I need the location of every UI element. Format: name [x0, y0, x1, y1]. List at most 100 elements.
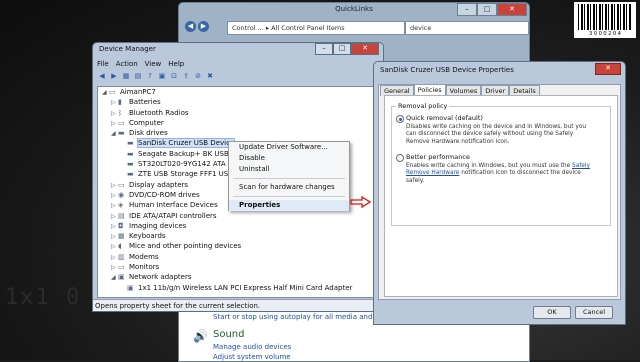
tree-row-label: Batteries: [129, 98, 161, 107]
tree-row-label: DVD/CD-ROM drives: [129, 190, 200, 199]
controller-icon: ▤: [118, 211, 125, 220]
tree-row-label: Display adapters: [129, 180, 189, 189]
close-button[interactable]: ✕: [497, 3, 527, 16]
dialog-title: SanDisk Cruzer USB Device Properties: [380, 66, 514, 74]
forward-icon[interactable]: ▶: [109, 71, 119, 81]
network-icon: ▣: [118, 273, 125, 282]
grid-icon[interactable]: ▦: [121, 71, 131, 81]
tree-row[interactable]: ◢ ▣ Network adapters: [98, 272, 380, 282]
barcode-bars: [578, 4, 632, 30]
manage-audio-link[interactable]: Manage audio devices: [213, 343, 291, 351]
modem-icon: ▥: [118, 252, 125, 261]
menu-item-update-driver[interactable]: Update Driver Software...: [229, 142, 349, 153]
context-menu: Update Driver Software... Disable Uninst…: [228, 141, 350, 211]
tree-row[interactable]: ▷ ◘ Imaging devices: [98, 221, 380, 231]
tree-row[interactable]: ▷ ◖ Mice and other pointing devices: [98, 241, 380, 251]
desc-text: Enables write caching in Windows, but yo…: [406, 163, 571, 169]
device-manager-window-controls: – □ ✕: [315, 43, 379, 55]
better-performance-label[interactable]: Better performance: [406, 153, 470, 161]
close-button[interactable]: ✕: [351, 43, 379, 55]
disk-icon: ▬: [127, 139, 134, 148]
removal-policy-group: Removal policy Quick removal (default) D…: [391, 102, 611, 226]
menu-help[interactable]: Help: [168, 60, 184, 68]
tree-row[interactable]: ▷ ▭ Monitors: [98, 262, 380, 272]
menu-file[interactable]: File: [97, 60, 109, 68]
menu-item-properties[interactable]: Properties: [229, 200, 349, 211]
group-label: Removal policy: [396, 102, 450, 110]
tree-row[interactable]: ▷ ▤ IDE ATA/ATAPI controllers: [98, 211, 380, 221]
maximize-button[interactable]: □: [333, 43, 351, 55]
tree-row[interactable]: ▷ ▭ Computer: [98, 118, 380, 128]
menu-action[interactable]: Action: [116, 60, 138, 68]
disc-icon: ◉: [118, 190, 125, 199]
tree-row-label: Network adapters: [129, 273, 192, 282]
cancel-button[interactable]: Cancel: [575, 306, 613, 319]
search-input[interactable]: device: [405, 21, 529, 35]
menu-bar: File Action View Help: [97, 60, 191, 68]
ok-button[interactable]: OK: [533, 306, 571, 319]
battery-icon: ▮: [118, 98, 122, 107]
properties-icon[interactable]: ▤: [133, 71, 143, 81]
disable-icon[interactable]: ⊘: [193, 71, 203, 81]
scan-icon[interactable]: ⊡: [169, 71, 179, 81]
tree-row-label: 1x1 11b/g/n Wireless LAN PCI Express Hal…: [138, 283, 353, 292]
tree-row-label: Disk drives: [129, 129, 168, 138]
tree-row[interactable]: ▷ ▥ Modems: [98, 252, 380, 262]
update-icon[interactable]: ⇪: [181, 71, 191, 81]
tree-row[interactable]: ▣ 1x1 11b/g/n Wireless LAN PCI Express Ha…: [98, 283, 380, 293]
sound-heading[interactable]: Sound: [213, 329, 245, 340]
tree-row-label: Monitors: [129, 263, 160, 272]
view-icon[interactable]: ▣: [157, 71, 167, 81]
tree-row-label: Keyboards: [129, 232, 166, 241]
control-panel-window-controls: – □ ✕: [457, 3, 527, 16]
menu-item-disable[interactable]: Disable: [229, 153, 349, 164]
hid-icon: ◈: [118, 201, 124, 210]
maximize-button[interactable]: □: [477, 3, 497, 16]
tree-row-label: Bluetooth Radios: [129, 108, 189, 117]
tab-policies[interactable]: Policies: [413, 84, 446, 95]
mouse-icon: ◖: [118, 242, 122, 251]
computer-icon: ▭: [109, 88, 116, 96]
tree-row-label: Modems: [129, 252, 159, 261]
address-bar[interactable]: Control ... ▸ All Control Panel Items: [227, 21, 405, 35]
back-icon[interactable]: ◀: [97, 71, 107, 81]
menu-item-scan[interactable]: Scan for hardware changes: [229, 182, 349, 193]
tree-row-label: Human Interface Devices: [129, 201, 218, 210]
speaker-icon: 🔊: [193, 329, 208, 343]
tree-row[interactable]: ▷ ▦ Keyboards: [98, 231, 380, 241]
forward-icon[interactable]: ▶: [198, 21, 209, 32]
minimize-button[interactable]: –: [457, 3, 477, 16]
toolbar: ◀ ▶ ▦ ▤? ▣ ⊡ ⇪ ⊘ ✖: [97, 71, 217, 83]
close-button[interactable]: ✕: [595, 63, 621, 75]
quick-removal-description: Disables write caching on the device and…: [406, 124, 587, 145]
menu-separator: [233, 178, 345, 179]
computer-icon: ▭: [118, 118, 125, 127]
help-icon[interactable]: ?: [145, 71, 155, 81]
tree-row[interactable]: ◢ ▬ Disk drives: [98, 128, 380, 138]
keyboard-icon: ▦: [118, 232, 125, 241]
quick-removal-radio[interactable]: [396, 115, 404, 123]
minimize-button[interactable]: –: [315, 43, 333, 55]
tree-row[interactable]: ▷ ᛒ Bluetooth Radios: [98, 108, 380, 118]
tree-row-label: Imaging devices: [129, 221, 187, 230]
control-panel-nav: ◀ ▶: [185, 21, 223, 33]
tree-row[interactable]: ◢ ▭ AimanPC7: [98, 87, 380, 97]
better-performance-radio[interactable]: [396, 154, 404, 162]
menu-separator: [233, 196, 345, 197]
menu-view[interactable]: View: [145, 60, 162, 68]
tree-row-label: Mice and other pointing devices: [129, 242, 242, 251]
properties-dialog[interactable]: SanDisk Cruzer USB Device Properties ✕ G…: [373, 61, 626, 325]
tab-strip: General Policies Volumes Driver Details: [380, 84, 540, 96]
uninstall-icon[interactable]: ✖: [205, 71, 215, 81]
barcode-label: 3 0 0 0 2 0 4: [574, 2, 636, 38]
menu-item-uninstall[interactable]: Uninstall: [229, 164, 349, 175]
tree-row-label: AimanPC7: [120, 88, 156, 96]
disk-icon: ▬: [127, 149, 134, 158]
back-icon[interactable]: ◀: [185, 21, 196, 32]
policies-tab-content: Removal policy Quick removal (default) D…: [384, 95, 618, 297]
quick-removal-label[interactable]: Quick removal (default): [406, 114, 483, 122]
device-manager-title: Device Manager: [99, 45, 156, 53]
camera-icon: ◘: [118, 221, 124, 230]
better-performance-description: Enables write caching in Windows, but yo…: [406, 163, 594, 185]
tree-row[interactable]: ▷ ▮ Batteries: [98, 97, 380, 107]
